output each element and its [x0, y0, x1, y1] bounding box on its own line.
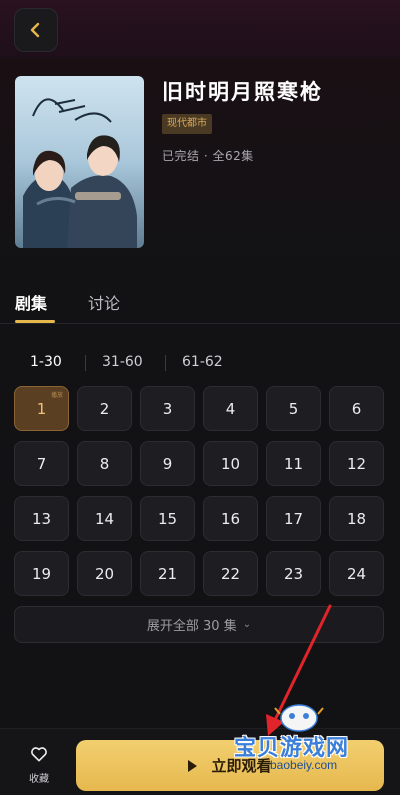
- watch-now-label: 立即观看: [211, 757, 272, 775]
- watermark-arrow: [266, 604, 332, 736]
- play-icon: [188, 759, 198, 772]
- poster-art: [15, 76, 144, 248]
- episode-button[interactable]: 22: [203, 551, 258, 596]
- episode-button[interactable]: 12: [329, 441, 384, 486]
- episode-button[interactable]: 21: [140, 551, 195, 596]
- episode-number: 11: [283, 454, 304, 473]
- episode-number: 5: [288, 399, 299, 418]
- episode-button[interactable]: 23: [266, 551, 321, 596]
- episode-grid: 1 播放 2 3 4 5 6 7 8 9 10 11 12 13 14 15 16…: [14, 386, 384, 596]
- episode-number: 22: [220, 564, 241, 583]
- episode-number: 10: [220, 454, 241, 473]
- episode-number: 20: [94, 564, 115, 583]
- episode-status: 已完结 · 全62集: [162, 149, 254, 163]
- episode-button[interactable]: 7: [14, 441, 69, 486]
- episode-button[interactable]: 10: [203, 441, 258, 486]
- episode-number: 2: [99, 399, 110, 418]
- episode-button[interactable]: 13: [14, 496, 69, 541]
- episode-button[interactable]: 5: [266, 386, 321, 431]
- episode-number: 14: [94, 509, 115, 528]
- episode-button[interactable]: 6: [329, 386, 384, 431]
- episode-number: 18: [346, 509, 367, 528]
- tab-episodes[interactable]: 剧集: [15, 290, 47, 314]
- episode-button[interactable]: 9: [140, 441, 195, 486]
- episode-number: 8: [99, 454, 110, 473]
- episode-number: 1: [36, 399, 47, 418]
- episode-button[interactable]: 18: [329, 496, 384, 541]
- tab-discussion[interactable]: 讨论: [88, 290, 120, 314]
- episode-number: 7: [36, 454, 47, 473]
- episode-number: 19: [31, 564, 52, 583]
- range-divider: [85, 355, 86, 371]
- poster-image[interactable]: [15, 76, 144, 248]
- episode-number: 17: [283, 509, 304, 528]
- now-playing-badge: 播放: [50, 392, 63, 399]
- episode-button[interactable]: 15: [140, 496, 195, 541]
- episode-number: 4: [225, 399, 236, 418]
- episode-button[interactable]: 24: [329, 551, 384, 596]
- tab-bar: 剧集 讨论: [0, 282, 400, 324]
- episode-button[interactable]: 20: [77, 551, 132, 596]
- tab-active-indicator: [15, 320, 55, 323]
- favorite-button[interactable]: 收藏: [22, 744, 56, 786]
- show-title: 旧时明月照寒枪: [162, 80, 323, 104]
- episode-number: 12: [346, 454, 367, 473]
- episode-number: 21: [157, 564, 178, 583]
- episode-button[interactable]: 19: [14, 551, 69, 596]
- episode-button[interactable]: 4: [203, 386, 258, 431]
- range-61-62[interactable]: 61-62: [182, 354, 223, 370]
- range-divider: [165, 355, 166, 371]
- episode-button[interactable]: 1 播放: [14, 386, 69, 431]
- top-bar: [0, 0, 400, 58]
- range-31-60[interactable]: 31-60: [102, 354, 143, 370]
- episode-number: 23: [283, 564, 304, 583]
- chevron-left-icon: [30, 22, 40, 38]
- episode-button[interactable]: 16: [203, 496, 258, 541]
- episode-number: 9: [162, 454, 173, 473]
- favorite-label: 收藏: [29, 774, 49, 785]
- episode-number: 6: [351, 399, 362, 418]
- episode-number: 24: [346, 564, 367, 583]
- episode-number: 16: [220, 509, 241, 528]
- episode-number: 3: [162, 399, 173, 418]
- genre-tag[interactable]: 现代都市: [162, 114, 212, 134]
- range-1-30[interactable]: 1-30: [30, 354, 62, 370]
- episode-button[interactable]: 3: [140, 386, 195, 431]
- episode-range-selector: 1-30 31-60 61-62: [0, 346, 400, 380]
- back-button[interactable]: [14, 8, 58, 52]
- expand-label: 展开全部 30 集: [146, 619, 237, 634]
- episode-number: 13: [31, 509, 52, 528]
- episode-button[interactable]: 2: [77, 386, 132, 431]
- heart-icon: [31, 747, 47, 762]
- watch-now-button[interactable]: 立即观看: [76, 740, 384, 791]
- episode-button[interactable]: 14: [77, 496, 132, 541]
- episode-button[interactable]: 8: [77, 441, 132, 486]
- episode-button[interactable]: 11: [266, 441, 321, 486]
- episode-number: 15: [157, 509, 178, 528]
- episode-button[interactable]: 17: [266, 496, 321, 541]
